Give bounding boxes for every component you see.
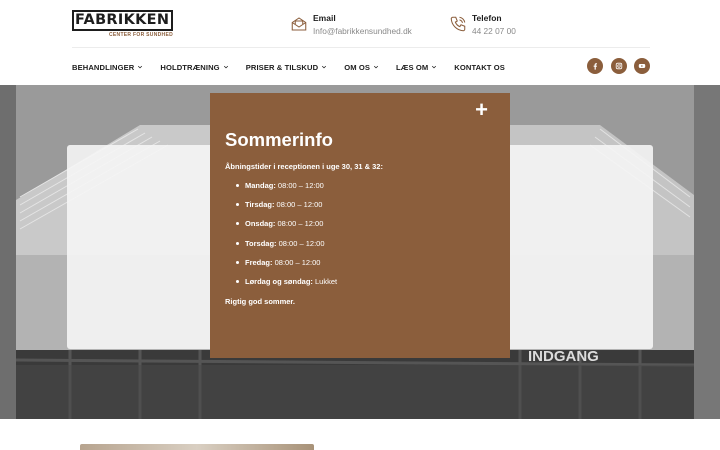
phone-number[interactable]: 44 22 07 00 bbox=[472, 26, 516, 36]
phone-icon bbox=[450, 16, 466, 32]
youtube-link[interactable] bbox=[634, 58, 650, 74]
logo-tagline: CENTER FOR SUNDHED bbox=[108, 32, 173, 38]
youtube-icon bbox=[638, 64, 646, 68]
nav-item-behandlinger[interactable]: BEHANDLINGER bbox=[72, 63, 143, 72]
opening-hours-list: Mandag: 08:00 – 12:00 Tirsdag: 08:00 – 1… bbox=[235, 181, 338, 296]
chevron-down-icon bbox=[223, 65, 228, 69]
entrance-sign: INDGANG bbox=[528, 348, 599, 365]
nav-item-label: PRISER & TILSKUD bbox=[245, 62, 319, 72]
nav-item-label: HOLDTRÆNING bbox=[160, 62, 220, 72]
day-label: Onsdag: bbox=[245, 219, 276, 229]
time-value: 08:00 – 12:00 bbox=[275, 219, 324, 229]
time-value: 08:00 – 12:00 bbox=[272, 257, 321, 267]
envelope-icon bbox=[291, 17, 307, 31]
email-address[interactable]: Info@fabrikkensundhed.dk bbox=[313, 26, 412, 36]
time-value: 08:00 – 12:00 bbox=[276, 238, 325, 248]
list-item: Onsdag: 08:00 – 12:00 bbox=[235, 219, 337, 238]
day-label: Torsdag: bbox=[245, 238, 277, 248]
list-item: Mandag: 08:00 – 12:00 bbox=[235, 181, 337, 200]
chevron-down-icon bbox=[138, 65, 143, 69]
nav-item-holdtraening[interactable]: HOLDTRÆNING bbox=[160, 63, 228, 72]
list-item: Tirsdag: 08:00 – 12:00 bbox=[235, 200, 337, 219]
page: FABRIKKEN CENTER FOR SUNDHED Email Info@… bbox=[0, 0, 720, 450]
list-item: Lørdag og søndag: Lukket bbox=[235, 276, 338, 296]
popup-title: Sommerinfo bbox=[225, 129, 333, 150]
main-nav: BEHANDLINGER HOLDTRÆNING PRISER & TILSKU… bbox=[72, 61, 522, 73]
list-item: Torsdag: 08:00 – 12:00 bbox=[235, 238, 337, 258]
facebook-link[interactable] bbox=[587, 58, 603, 74]
instagram-icon bbox=[615, 62, 623, 70]
nav-item-label: LÆS OM bbox=[396, 62, 429, 72]
phone-label: Telefon bbox=[472, 13, 502, 23]
site-header: FABRIKKEN CENTER FOR SUNDHED Email Info@… bbox=[0, 0, 720, 85]
nav-item-label: OM OS bbox=[344, 62, 371, 72]
day-label: Fredag: bbox=[245, 257, 273, 267]
day-label: Mandag: bbox=[245, 181, 276, 190]
content-image bbox=[80, 444, 314, 450]
instagram-link[interactable] bbox=[611, 58, 627, 74]
nav-item-priser-tilskud[interactable]: PRISER & TILSKUD bbox=[246, 63, 327, 72]
chevron-down-icon bbox=[432, 65, 437, 69]
nav-item-om-os[interactable]: OM OS bbox=[344, 63, 379, 72]
logo-wordmark: FABRIKKEN bbox=[75, 12, 170, 28]
chevron-down-icon bbox=[373, 65, 379, 69]
close-icon[interactable]: + bbox=[475, 99, 488, 121]
time-value: 08:00 – 12:00 bbox=[274, 200, 323, 210]
nav-item-laes-om[interactable]: LÆS OM bbox=[396, 63, 437, 72]
list-item: Fredag: 08:00 – 12:00 bbox=[235, 257, 337, 277]
sommerinfo-popup: + Sommerinfo Åbningstider i receptionen … bbox=[210, 93, 510, 358]
nav-item-label: BEHANDLINGER bbox=[72, 62, 135, 72]
facebook-icon bbox=[593, 63, 597, 70]
chevron-down-icon bbox=[322, 65, 327, 69]
header-divider bbox=[72, 47, 650, 48]
email-label: Email bbox=[313, 13, 336, 23]
popup-outro: Rigtig god sommer. bbox=[225, 297, 296, 306]
day-label: Tirsdag: bbox=[245, 200, 275, 210]
day-label: Lørdag og søndag: bbox=[245, 276, 313, 286]
nav-item-label: KONTAKT OS bbox=[454, 62, 505, 72]
nav-item-kontakt-os[interactable]: KONTAKT OS bbox=[454, 63, 505, 72]
time-value: 08:00 – 12:00 bbox=[275, 181, 324, 190]
logo[interactable]: FABRIKKEN CENTER FOR SUNDHED bbox=[72, 10, 173, 40]
popup-intro: Åbningstider i receptionen i uge 30, 31 … bbox=[225, 162, 383, 171]
time-value: Lukket bbox=[312, 276, 338, 286]
